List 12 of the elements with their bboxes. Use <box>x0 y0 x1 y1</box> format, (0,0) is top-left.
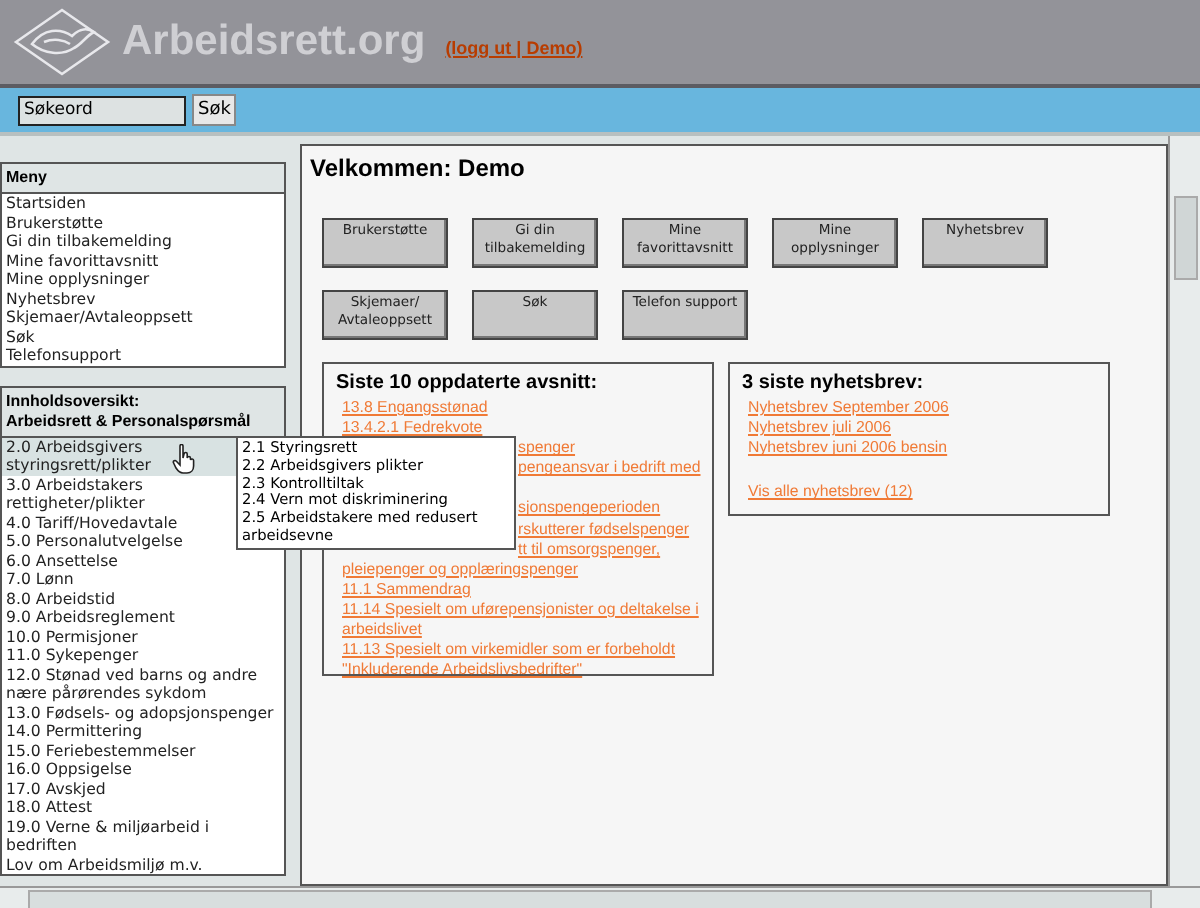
bird-diamond-logo-icon <box>8 4 116 80</box>
menu-title: Meny <box>2 164 284 194</box>
horizontal-scrollbar[interactable] <box>0 886 1200 908</box>
welcome-heading: Velkommen: Demo <box>310 154 527 182</box>
search-field[interactable]: Søkeord <box>18 95 186 125</box>
newsletters-title: 3 siste nyhetsbrev: <box>742 372 926 396</box>
vertical-scrollbar[interactable] <box>1168 136 1200 886</box>
site-title: Arbeidsrett.org <box>122 18 426 66</box>
contents-title: Innholdsoversikt: Arbeidsrett & Personalspørsmål <box>2 387 284 437</box>
hand-cursor-icon <box>172 444 196 474</box>
search-button[interactable]: Søk <box>192 94 237 126</box>
recent-sections-title: Siste 10 oppdaterte avsnitt: <box>336 372 600 396</box>
